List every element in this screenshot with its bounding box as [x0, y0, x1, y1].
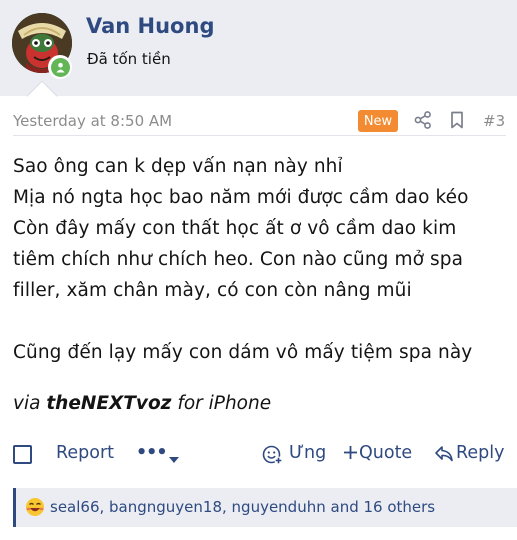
post-actions: Report ••• Ưng Quote Reply — [0, 436, 517, 472]
share-icon[interactable] — [413, 110, 433, 130]
user-title: Đã tốn tiền — [87, 50, 171, 68]
quote-button[interactable]: Quote — [359, 443, 412, 463]
new-badge: New — [358, 110, 398, 132]
reply-button[interactable]: Reply — [456, 443, 504, 463]
report-button[interactable]: Report — [56, 443, 114, 463]
select-checkbox[interactable] — [13, 445, 32, 464]
reply-icon[interactable] — [434, 445, 454, 467]
post-timestamp[interactable]: Yesterday at 8:50 AM — [13, 112, 172, 130]
react-button[interactable]: Ưng — [289, 443, 326, 463]
post-line: tiêm chích như chích heo. Con nào cũng m… — [13, 249, 464, 270]
username-link[interactable]: Van Huong — [86, 14, 214, 38]
post-line: Mịa nó ngta học bao năm mới được cầm dao… — [13, 187, 469, 208]
laugh-emoji-icon — [25, 497, 45, 517]
reactions-bar[interactable]: seal66, bangnguyen18, nguyenduhn and 16 … — [13, 488, 517, 527]
post-body: Sao ông can k dẹp vấn nạn này nhỉ Mịa nó… — [13, 151, 509, 368]
user-online-icon — [48, 55, 72, 79]
smile-plus-icon[interactable] — [262, 444, 283, 469]
reactions-list[interactable]: seal66, bangnguyen18, nguyenduhn and 16 … — [50, 498, 435, 516]
more-options-button[interactable]: ••• — [136, 443, 168, 463]
signature-device: for iPhone — [177, 393, 272, 414]
bookmark-icon[interactable] — [447, 110, 467, 130]
chevron-down-icon[interactable] — [168, 449, 180, 468]
post-line — [13, 306, 509, 337]
post-signature: via theNEXTvoz for iPhone — [13, 393, 271, 414]
signature-via: via — [13, 393, 41, 414]
post-number-link[interactable]: #3 — [483, 112, 505, 130]
post-line: Cũng đến lạy mấy con dám vô mấy tiệm spa… — [13, 342, 473, 363]
meta-divider — [13, 135, 506, 136]
post-line: filler, xăm chân mày, có con còn nâng mũ… — [13, 280, 412, 301]
post-meta: Yesterday at 8:50 AM New #3 — [0, 104, 517, 138]
post-line: Sao ông can k dẹp vấn nạn này nhỉ — [13, 156, 343, 177]
plus-icon[interactable] — [343, 445, 358, 464]
post-line: Còn đây mấy con thất học ất ơ vô cầm dao… — [13, 218, 457, 239]
user-header: Van Huong Đã tốn tiền — [0, 0, 517, 96]
signature-app: theNEXTvoz — [46, 393, 172, 414]
